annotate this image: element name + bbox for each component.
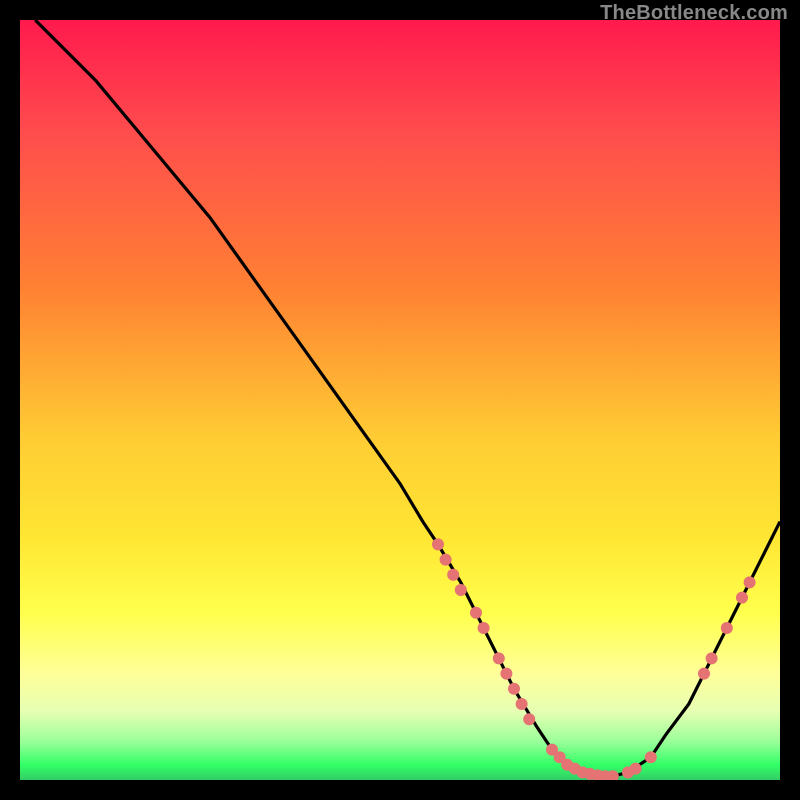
data-marker (478, 622, 490, 634)
data-marker (645, 751, 657, 763)
data-marker (500, 668, 512, 680)
data-marker (736, 592, 748, 604)
data-marker (447, 569, 459, 581)
data-marker (523, 713, 535, 725)
data-marker (721, 622, 733, 634)
chart-frame: TheBottleneck.com (0, 0, 800, 800)
data-marker (706, 652, 718, 664)
data-marker (440, 554, 452, 566)
chart-svg (20, 20, 780, 780)
watermark-text: TheBottleneck.com (600, 2, 788, 25)
data-marker (508, 683, 520, 695)
data-marker (493, 652, 505, 664)
data-marker (470, 607, 482, 619)
data-marker (630, 763, 642, 775)
data-marker (455, 584, 467, 596)
data-marker (698, 668, 710, 680)
data-marker (744, 576, 756, 588)
bottleneck-curve (35, 20, 780, 776)
marker-group (432, 538, 756, 780)
data-marker (432, 538, 444, 550)
data-marker (516, 698, 528, 710)
